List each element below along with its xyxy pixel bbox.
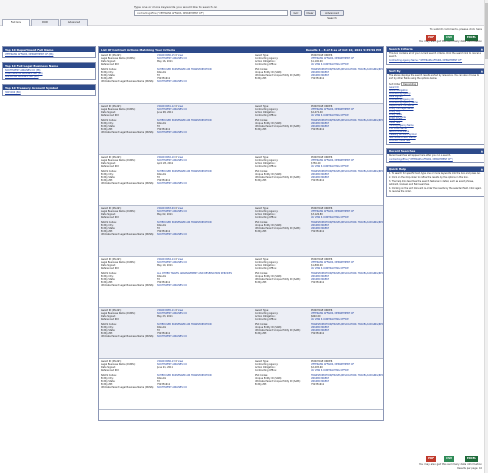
advanced-search-button[interactable]: Advanced Search: [320, 10, 344, 20]
criteria-item[interactable]: Contracting Agency Name: "VETERANS AFFAI…: [389, 59, 483, 63]
quick-help-box: Quick Help ▲ 1. To search for specific te…: [386, 166, 486, 197]
export-toolbar-bottom: PDF CSV EXCEL: [388, 456, 488, 462]
facet-link[interactable]: AMERICAN AIRLINES INC (20): [5, 75, 93, 78]
facet-business-name: Top 10 Full Legal Business Name SOUTHWES…: [2, 62, 96, 80]
facet-link[interactable]: VETERANS AFFAIRS, DEPARTMENT OF (86): [5, 53, 93, 56]
result-record: Award ID (Mod#): Legal Business Name (DUN…: [99, 308, 383, 359]
parent-name-link[interactable]: SOUTHWEST AIRLINES CO: [157, 284, 251, 287]
collapse-icon[interactable]: ▲: [481, 47, 483, 52]
result-record: Award ID (Mod#): Legal Business Name (DUN…: [99, 359, 383, 410]
tab-advanced[interactable]: Advanced: [60, 19, 88, 26]
box-text: This box contains all of your current se…: [389, 52, 481, 58]
parent-name-link[interactable]: SOUTHWEST AIRLINES CO: [157, 335, 251, 338]
pdf-export-button[interactable]: PDF: [426, 456, 436, 462]
facet-treasury-symbol: Top 10 Treasury Account Symbol 3615160 (…: [2, 84, 96, 96]
recent-searches-box: Recent Searches ▲ Recent searches will ap…: [386, 147, 486, 164]
search-criteria-box: Search Criteria ▲ This box contains all o…: [386, 46, 486, 65]
entity-zip: 752351611: [311, 332, 325, 335]
result-record: Award ID (Mod#): Legal Business Name (DUN…: [99, 104, 383, 155]
tab-dod[interactable]: DOD: [31, 19, 59, 26]
tab-fed-gov[interactable]: Fed Gov: [2, 19, 30, 26]
vertical-scrollbar[interactable]: [484, 0, 488, 473]
results-panel: List Of Contract Actions Matching Your C…: [98, 46, 384, 421]
field-label: [255, 386, 311, 388]
parent-name-link[interactable]: SOUTHWEST AIRLINES CO: [157, 386, 251, 389]
search-hint: Type one or more keywords you would like…: [134, 5, 218, 9]
field-label: [255, 284, 311, 286]
entity-zip: 752351611: [311, 230, 325, 233]
result-record: Award ID (Mod#): Legal Business Name (DUN…: [99, 257, 383, 308]
box-title: Quick Help: [389, 167, 407, 172]
box-title: Sort By: [389, 68, 401, 73]
sort-box: Sort By ▲ The above displays the search r…: [386, 67, 486, 145]
parent-name-link[interactable]: SOUTHWEST AIRLINES CO: [157, 182, 251, 185]
facet-link[interactable]: 3615160 (86): [5, 91, 93, 94]
sort-order-label: Sort Order: [389, 82, 401, 86]
collapse-icon[interactable]: ▲: [481, 167, 483, 172]
result-record: Award ID (Mod#): Legal Business Name (DUN…: [99, 155, 383, 206]
result-record: Award ID (Mod#): Legal Business Name (DUN…: [99, 206, 383, 257]
field-label: [255, 335, 311, 337]
field-label: Ultimate Parent Legal Business Name (DUN…: [101, 131, 155, 134]
export-toolbar: PDF CSV EXCEL: [0, 30, 488, 42]
result-record: Award ID (Mod#): Legal Business Name (DUN…: [99, 53, 383, 104]
footer-bar: PDF CSV EXCEL You may also get this summ…: [0, 456, 488, 473]
field-label: Ultimate Parent Legal Business Name (DUN…: [101, 80, 155, 83]
box-title: Recent Searches: [389, 148, 416, 153]
field-label: [255, 131, 311, 133]
results-per-page[interactable]: Results per page: 10: [457, 467, 482, 470]
entity-zip: 752351611: [311, 383, 325, 386]
field-label: [255, 182, 311, 184]
field-label: Ultimate Parent Legal Business Name (DUN…: [101, 386, 155, 389]
collapse-icon[interactable]: ▲: [481, 69, 483, 74]
right-sidebar: Search Criteria ▲ This box contains all o…: [386, 46, 486, 200]
field-label: Ultimate Parent Legal Business Name (DUN…: [101, 233, 155, 236]
field-label: Ultimate Parent Legal Business Name (DUN…: [101, 284, 155, 287]
excel-export-button[interactable]: EXCEL: [464, 456, 478, 462]
parent-name-link[interactable]: SOUTHWEST AIRLINES CO: [157, 80, 251, 83]
entity-zip: 752351611: [311, 128, 325, 131]
results-title: List Of Contract Actions Matching Your C…: [101, 48, 175, 52]
clear-button[interactable]: Clear: [304, 10, 316, 16]
collapse-icon[interactable]: ▲: [481, 149, 483, 154]
search-input[interactable]: contractingoffice:("VETERANS AFFAIRS, DE…: [134, 10, 288, 16]
parent-name-link[interactable]: SOUTHWEST AIRLINES CO: [157, 131, 251, 134]
help-item: 4. Clicking on the sort links will re-or…: [389, 187, 482, 193]
go-button[interactable]: Go!: [290, 10, 302, 16]
recent-search-link[interactable]: contractingoffice:("VETERANS AFFAIRS, DE…: [389, 158, 483, 162]
box-title: Search Criteria: [389, 47, 413, 51]
left-facets: Top 10 Department Full Name VETERANS AFF…: [2, 46, 96, 100]
tab-strip: Fed Gov DOD Advanced: [0, 19, 100, 26]
entity-zip: 752351611: [311, 179, 325, 182]
entity-zip: 752351611: [311, 77, 325, 80]
box-text: The above displays the search results so…: [389, 73, 480, 80]
csv-export-button[interactable]: CSV: [444, 456, 454, 462]
field-label: [255, 80, 311, 82]
summary-data-note: You may also get this summary data infor…: [418, 40, 482, 43]
entity-zip: 752351611: [311, 281, 325, 284]
facet-department: Top 10 Department Full Name VETERANS AFF…: [2, 46, 96, 58]
parent-name-link[interactable]: SOUTHWEST AIRLINES CO: [157, 233, 251, 236]
search-header: Type one or more keywords you would like…: [0, 0, 488, 26]
sort-order-select[interactable]: Descending: [401, 81, 418, 86]
summary-data-note: You may also get this summary data infor…: [418, 463, 482, 466]
field-label: Ultimate Parent Legal Business Name (DUN…: [101, 335, 155, 338]
field-label: [255, 233, 311, 235]
page: Type one or more keywords you would like…: [0, 0, 488, 473]
sort-link[interactable]: Contract Fiscal Year: [389, 139, 483, 143]
field-label: Ultimate Parent Legal Business Name (DUN…: [101, 182, 155, 185]
results-list: Award ID (Mod#): Legal Business Name (DUN…: [99, 53, 383, 410]
